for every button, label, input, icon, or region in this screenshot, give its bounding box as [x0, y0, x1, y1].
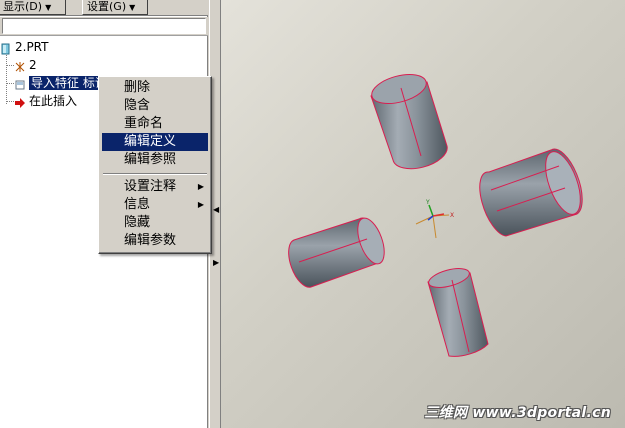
- menu-item-set-note[interactable]: 设置注释 ▶: [102, 178, 208, 196]
- tree-connector: [6, 101, 14, 102]
- graphics-window[interactable]: Y X 三维网 www.3dportal.cn: [221, 0, 625, 428]
- tree-item-insert-here[interactable]: 在此插入: [14, 92, 77, 110]
- settings-menu-button[interactable]: 设置(G) ▼: [82, 0, 148, 15]
- cylinder-top[interactable]: [369, 69, 448, 170]
- tree-item-label: 导入特征 标识: [29, 76, 109, 90]
- submenu-arrow-icon: ▶: [197, 200, 204, 209]
- show-menu-button[interactable]: 显示(D) ▼: [0, 0, 66, 15]
- menu-item-label: 设置注释: [124, 179, 177, 194]
- svg-text:X: X: [450, 212, 454, 219]
- submenu-arrow-icon: ▶: [197, 182, 204, 191]
- menu-item-delete[interactable]: 删除: [102, 79, 208, 97]
- menu-separator: [103, 173, 207, 175]
- settings-menu-label: 设置(G): [87, 0, 127, 13]
- tree-filter-input[interactable]: [2, 18, 206, 34]
- dropdown-icon: ▼: [45, 3, 52, 12]
- context-menu: 删除 隐含 重命名 编辑定义 编辑参照 设置注释 ▶ 信息 ▶ 隐藏 编辑参数: [98, 76, 212, 254]
- model-viewport: Y X: [288, 69, 588, 357]
- cylinder-bottom[interactable]: [427, 265, 489, 357]
- model-icon: [0, 42, 12, 54]
- dropdown-icon: ▼: [129, 3, 136, 12]
- menu-item-suppress[interactable]: 隐含: [102, 97, 208, 115]
- menu-item-hide[interactable]: 隐藏: [102, 214, 208, 232]
- tree-connector: [6, 83, 14, 84]
- cylinder-left[interactable]: [288, 215, 390, 288]
- navigator-toolbar: 显示(D) ▼ 设置(G) ▼: [0, 0, 208, 16]
- expand-right-icon[interactable]: ▶: [213, 258, 219, 267]
- menu-item-rename[interactable]: 重命名: [102, 115, 208, 133]
- menu-item-info[interactable]: 信息 ▶: [102, 196, 208, 214]
- csys-icon: [14, 60, 26, 72]
- tree-connector: [6, 65, 14, 66]
- show-menu-label: 显示(D): [3, 0, 43, 13]
- tree-connector: [6, 52, 7, 104]
- csys-triad-icon: Y X: [415, 199, 454, 239]
- menu-item-label: 信息: [124, 197, 151, 212]
- menu-item-edit-parameters[interactable]: 编辑参数: [102, 232, 208, 250]
- tree-item-root[interactable]: 2.PRT: [0, 38, 48, 56]
- menu-item-edit-definition[interactable]: 编辑定义: [102, 133, 208, 151]
- filter-row: [0, 17, 208, 36]
- collapse-left-icon[interactable]: ◀: [213, 205, 219, 214]
- tree-item-label: 2: [29, 58, 37, 72]
- tree-item-csys[interactable]: 2: [14, 56, 37, 74]
- svg-text:Y: Y: [425, 199, 430, 206]
- import-feature-icon: [14, 78, 26, 90]
- tree-item-label: 2.PRT: [15, 40, 49, 54]
- tree-item-label: 在此插入: [29, 94, 78, 108]
- insert-arrow-icon: [14, 96, 26, 108]
- menu-item-edit-references[interactable]: 编辑参照: [102, 151, 208, 169]
- cylinder-right[interactable]: [479, 147, 588, 237]
- tree-item-import-feature[interactable]: 导入特征 标识: [14, 74, 109, 92]
- site-watermark: 三维网 www.3dportal.cn: [424, 405, 611, 421]
